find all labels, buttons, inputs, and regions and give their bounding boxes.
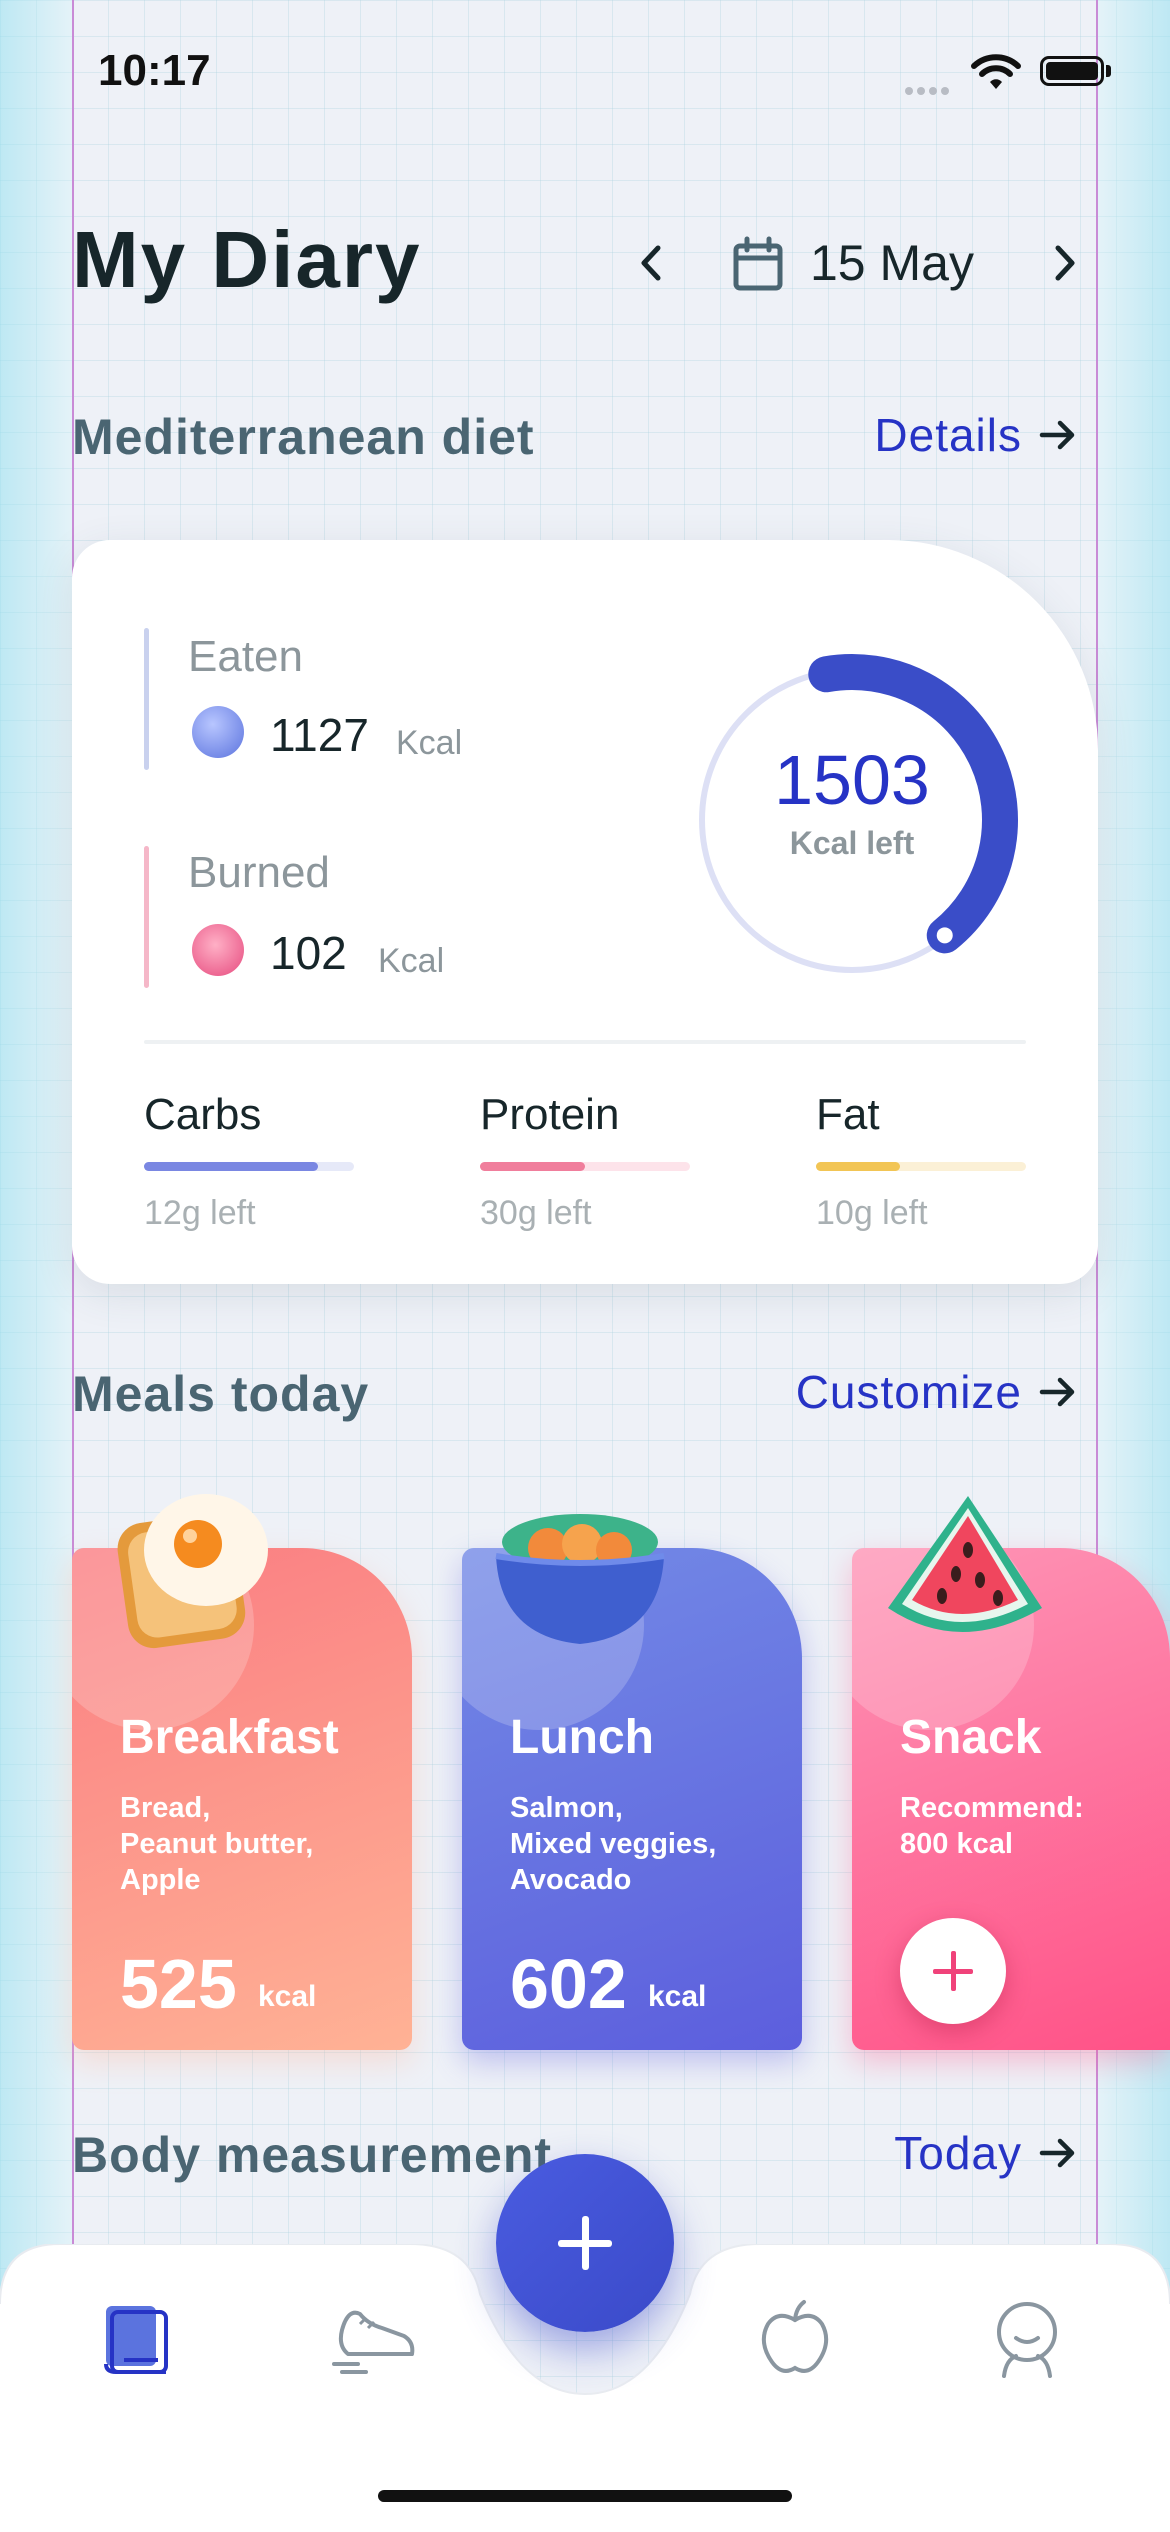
diet-section-title: Mediterranean diet (72, 409, 535, 465)
meal-item: Salmon, (510, 1792, 623, 1824)
today-link[interactable]: Today (894, 2126, 1078, 2180)
eaten-icon (192, 706, 244, 758)
protein-left: 30g left (480, 1194, 592, 1232)
calendar-icon (733, 236, 783, 291)
meal-item: Mixed veggies, (510, 1828, 717, 1860)
burned-icon (192, 924, 244, 976)
arrow-right-icon (1039, 420, 1075, 450)
meal-item: 800 kcal (900, 1828, 1013, 1860)
wifi-icon (971, 54, 1021, 89)
fat-fill (816, 1162, 900, 1171)
diary-icon[interactable] (102, 2302, 176, 2376)
add-fab-button[interactable] (496, 2154, 674, 2332)
meal-kcal: 602 (510, 1945, 627, 2023)
details-link-label: Details (874, 409, 1022, 461)
meal-item: Apple (120, 1864, 201, 1896)
arrow-right-icon (1039, 1377, 1075, 1407)
burned-label: Burned (188, 848, 330, 897)
battery-tip (1106, 65, 1111, 77)
meal-kcal-unit: kcal (648, 1980, 707, 2013)
meal-name: Breakfast (120, 1711, 339, 1764)
protein-fill (480, 1162, 585, 1171)
body-section-title: Body measurement (72, 2127, 553, 2183)
meal-kcal: 525 (120, 1945, 237, 2023)
meal-item: Avocado (510, 1864, 632, 1896)
arrow-right-icon (1039, 2138, 1075, 2168)
meal-name: Lunch (510, 1711, 654, 1764)
signal-icon (905, 82, 953, 100)
eaten-label: Eaten (188, 632, 303, 681)
eaten-unit: Kcal (396, 724, 463, 762)
fat-left: 10g left (816, 1194, 928, 1232)
today-link-label: Today (894, 2127, 1022, 2179)
burned-value: 102 (270, 927, 347, 979)
carbs-fill (144, 1162, 319, 1171)
meal-kcal-unit: kcal (258, 1980, 317, 2013)
meal-items: Bread, Peanut butter, Apple (120, 1790, 313, 1898)
customize-link[interactable]: Customize (796, 1365, 1078, 1419)
meal-item: Recommend: (900, 1792, 1084, 1824)
profile-icon[interactable] (990, 2298, 1064, 2378)
guide-right (1096, 0, 1170, 2532)
eaten-bar (144, 628, 149, 770)
home-indicator (378, 2490, 792, 2502)
details-link[interactable]: Details (874, 408, 1078, 462)
burned-bar (144, 846, 149, 988)
meals-section-title: Meals today (72, 1366, 370, 1422)
meal-item: Peanut butter, (120, 1828, 314, 1860)
apple-icon[interactable] (758, 2298, 832, 2378)
kcal-left-value: 1503 (774, 741, 930, 819)
meal-item: Bread, (120, 1792, 211, 1824)
carbs-label: Carbs (144, 1090, 262, 1139)
eaten-value: 1127 (270, 709, 369, 761)
watermelon-icon (888, 1496, 1042, 1632)
salad-bowl-icon (495, 1514, 665, 1644)
meal-name: Snack (900, 1711, 1042, 1764)
kcal-left-label: Kcal left (789, 825, 915, 861)
fat-label: Fat (816, 1090, 880, 1139)
shoe-icon[interactable] (328, 2302, 416, 2376)
date-label[interactable]: 15 May (810, 234, 974, 292)
protein-track (480, 1162, 690, 1171)
battery-icon (1040, 56, 1104, 86)
calorie-ring-handle (936, 927, 953, 944)
diet-summary-card: Eaten 1127 Kcal Burned 102 Kcal 1503 Kca… (72, 540, 1098, 1284)
carbs-track (144, 1162, 354, 1171)
burned-unit: Kcal (378, 942, 445, 980)
page-title: My Diary (72, 215, 422, 304)
meal-items: Recommend: 800 kcal (900, 1790, 1084, 1862)
guide-left (0, 0, 74, 2532)
add-snack-button[interactable] (900, 1918, 1006, 2024)
egg-toast-icon (117, 1494, 268, 1649)
protein-label: Protein (480, 1090, 620, 1139)
status-time: 10:17 (98, 46, 211, 95)
fat-track (816, 1162, 1026, 1171)
card-divider (144, 1040, 1026, 1044)
calorie-ring (699, 654, 1018, 973)
chevron-right-icon[interactable] (1046, 238, 1086, 288)
carbs-left: 12g left (144, 1194, 256, 1232)
customize-link-label: Customize (795, 1366, 1022, 1418)
chevron-left-icon[interactable] (630, 238, 670, 288)
meal-items: Salmon, Mixed veggies, Avocado (510, 1790, 716, 1898)
